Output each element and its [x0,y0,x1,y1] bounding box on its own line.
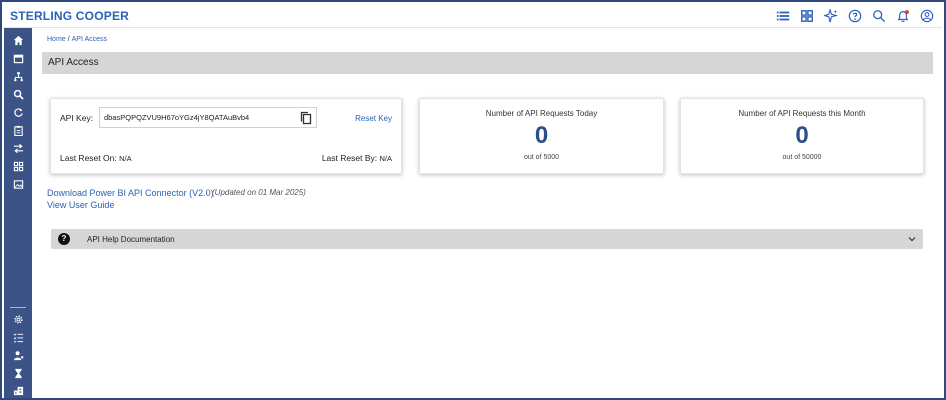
help-accordion-title: API Help Documentation [87,235,175,244]
gallery-icon[interactable] [11,177,25,191]
breadcrumb: Home / API Access [47,36,107,43]
api-key-label: API Key: [60,113,94,123]
grid-icon[interactable] [798,7,816,25]
last-reset-by: Last Reset By: N/A [322,153,392,163]
notification-icon[interactable] [894,7,912,25]
user-guide-link[interactable]: View User Guide [47,200,114,210]
help-circle-icon: ? [58,233,70,245]
top-bar: STERLING COOPER [4,4,942,28]
requests-today-title: Number of API Requests Today [485,109,598,118]
sparkle-icon[interactable] [822,7,840,25]
sidebar-divider [10,307,26,308]
last-reset-on: Last Reset On: N/A [60,153,132,163]
brand-logo[interactable]: STERLING COOPER [10,9,129,23]
building-icon[interactable] [11,383,25,397]
hourglass-icon[interactable] [11,366,25,380]
refresh-icon[interactable] [11,105,25,119]
last-reset-by-label: Last Reset By: [321,153,378,163]
chevron-down-icon[interactable] [907,234,917,244]
sidebar [4,28,32,398]
home-icon[interactable] [11,33,25,47]
transfer-icon[interactable] [11,141,25,155]
requests-today-card: Number of API Requests Today 0 out of 50… [419,98,664,174]
requests-today-value: 0 [534,122,549,149]
help-icon[interactable] [846,7,864,25]
requests-month-limit: out of 50000 [782,154,822,161]
reset-key-button[interactable]: Reset Key [355,114,392,123]
settings-icon[interactable] [11,312,25,326]
last-reset-by-value: N/A [379,154,392,163]
requests-month-value: 0 [795,122,809,149]
checklist-icon[interactable] [11,330,25,344]
calendar-icon[interactable] [11,51,25,65]
search-icon[interactable] [11,87,25,101]
api-key-field[interactable]: dbasPQPQZVU9H67oYGz4jY8QATAuBvb4 [99,107,317,128]
clipboard-icon[interactable] [11,123,25,137]
download-connector-link[interactable]: Download Power BI API Connector (V2.0) [47,188,214,198]
api-key-card: API Key: dbasPQPQZVU9H67oYGz4jY8QATAuBvb… [50,98,402,174]
breadcrumb-current[interactable]: API Access [72,36,107,43]
download-updated-note: (Updated on 01 Mar 2025) [212,188,306,197]
breadcrumb-separator: / [67,36,70,43]
help-accordion[interactable]: ? API Help Documentation [51,229,923,249]
account-icon[interactable] [918,7,936,25]
copy-icon[interactable] [299,111,313,125]
last-reset-on-value: N/A [119,154,132,163]
list-icon[interactable] [774,7,792,25]
requests-month-card: Number of API Requests this Month 0 out … [680,98,924,174]
requests-month-title: Number of API Requests this Month [738,109,866,118]
hierarchy-icon[interactable] [11,69,25,83]
app-frame: STERLING COOPER Home / API Access API Ac… [0,0,946,400]
requests-today-limit: out of 5000 [523,154,560,161]
page-header: API Access [42,52,933,74]
breadcrumb-home[interactable]: Home [47,36,66,43]
search-icon[interactable] [870,7,888,25]
apps-icon[interactable] [11,159,25,173]
top-icons [774,7,936,25]
user-admin-icon[interactable] [11,348,25,362]
api-key-value[interactable]: dbasPQPQZVU9H67oYGz4jY8QATAuBvb4 [104,113,249,122]
page-title: API Access [48,57,99,68]
last-reset-on-label: Last Reset On: [60,153,117,163]
